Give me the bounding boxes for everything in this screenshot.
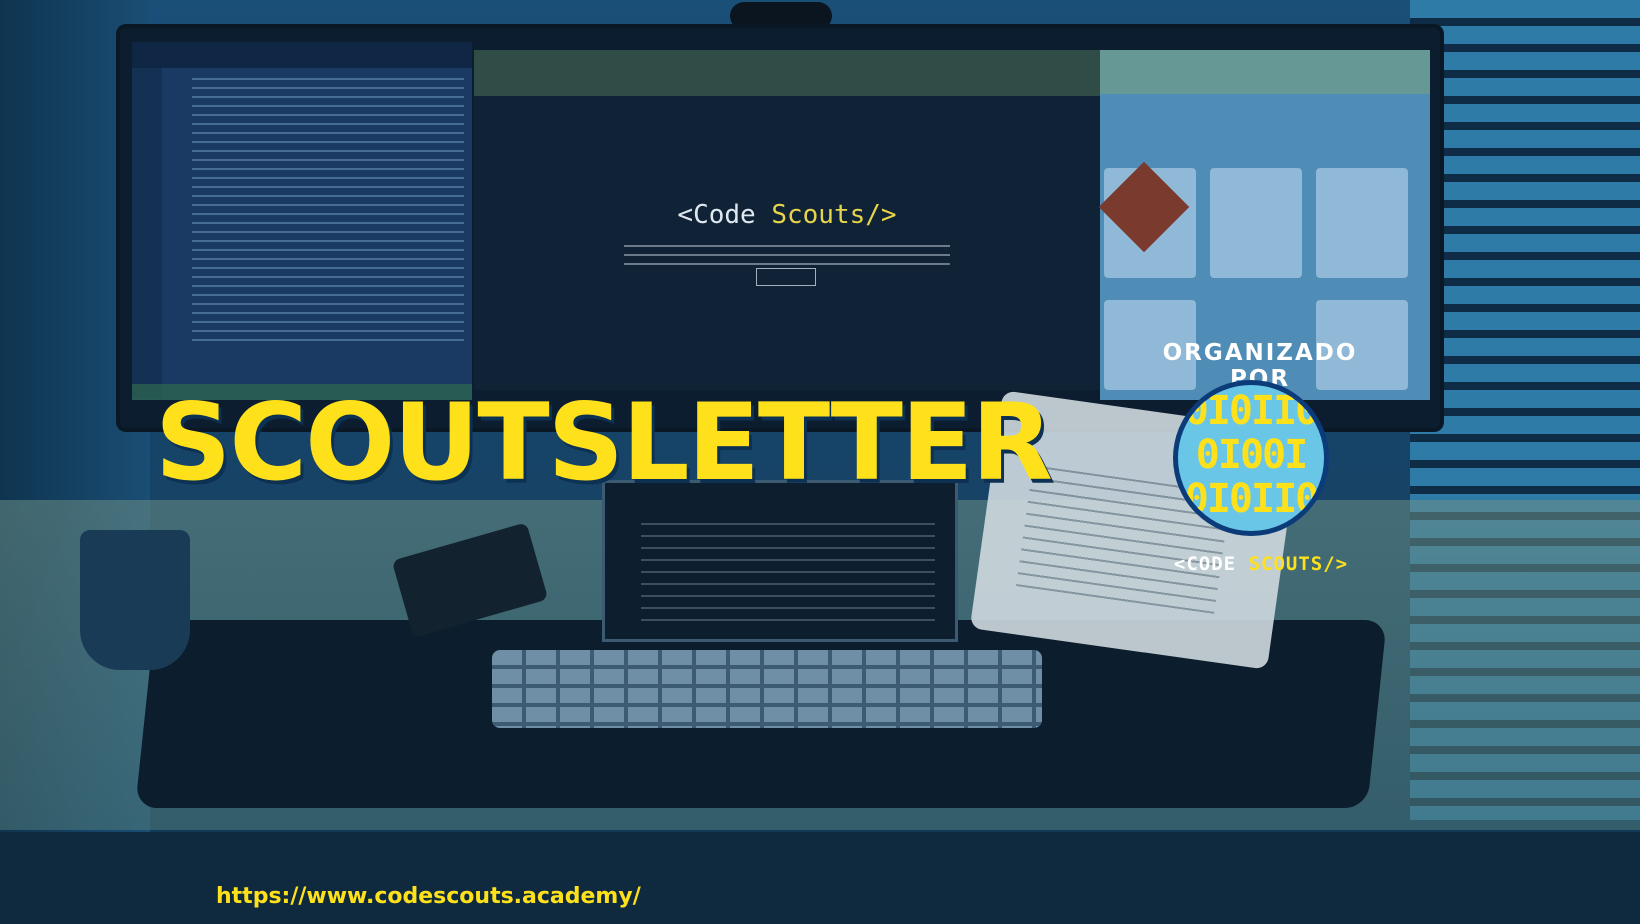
laptop-rows <box>641 523 935 623</box>
background-brand-text: <Code Scouts/> <box>474 200 1100 230</box>
editor-tabbar <box>132 42 472 68</box>
background-brand-prefix: <Code <box>677 200 772 230</box>
background-course-card <box>1316 168 1408 278</box>
browser-chrome <box>474 50 1100 96</box>
logo-digit-row: 0I0II0 <box>1184 388 1320 434</box>
background-browser-window: <Code Scouts/> <box>474 50 1100 390</box>
browser-chrome <box>1100 50 1430 94</box>
binary-circle-logo-icon: 0I0II0 0I00I 0I0II0 <box>1178 385 1324 531</box>
website-link[interactable]: https://www.codescouts.academy/ <box>216 884 641 909</box>
brand-prefix: <CODE <box>1173 553 1249 575</box>
background-course-card <box>1210 168 1302 278</box>
logo-digits: 0I0II0 0I00I 0I0II0 <box>1178 389 1324 521</box>
organized-by-label: ORGANIZADO POR <box>1162 340 1358 392</box>
background-blurred-text <box>624 245 950 267</box>
banner-canvas: <Code Scouts/> SCOUTSLETTER ORGANIZADO P… <box>0 0 1640 924</box>
background-blurred-button <box>756 268 816 286</box>
background-brand-accent: Scouts/> <box>771 200 897 230</box>
background-webcam <box>730 2 832 30</box>
banner-title: SCOUTSLETTER <box>155 381 1053 504</box>
background-floor <box>0 832 1640 924</box>
editor-code-lines <box>192 78 464 348</box>
logo-digit-row: 0I00I <box>1195 432 1308 478</box>
background-keyboard <box>492 650 1042 728</box>
background-mug <box>80 530 190 670</box>
background-code-editor <box>132 42 472 400</box>
brand-accent: SCOUTS/> <box>1248 553 1349 575</box>
editor-activity-bar <box>132 68 162 398</box>
code-scouts-brand: <CODE SCOUTS/> <box>1140 553 1382 575</box>
background-laptop <box>602 480 958 642</box>
logo-digit-row: 0I0II0 <box>1184 476 1320 522</box>
